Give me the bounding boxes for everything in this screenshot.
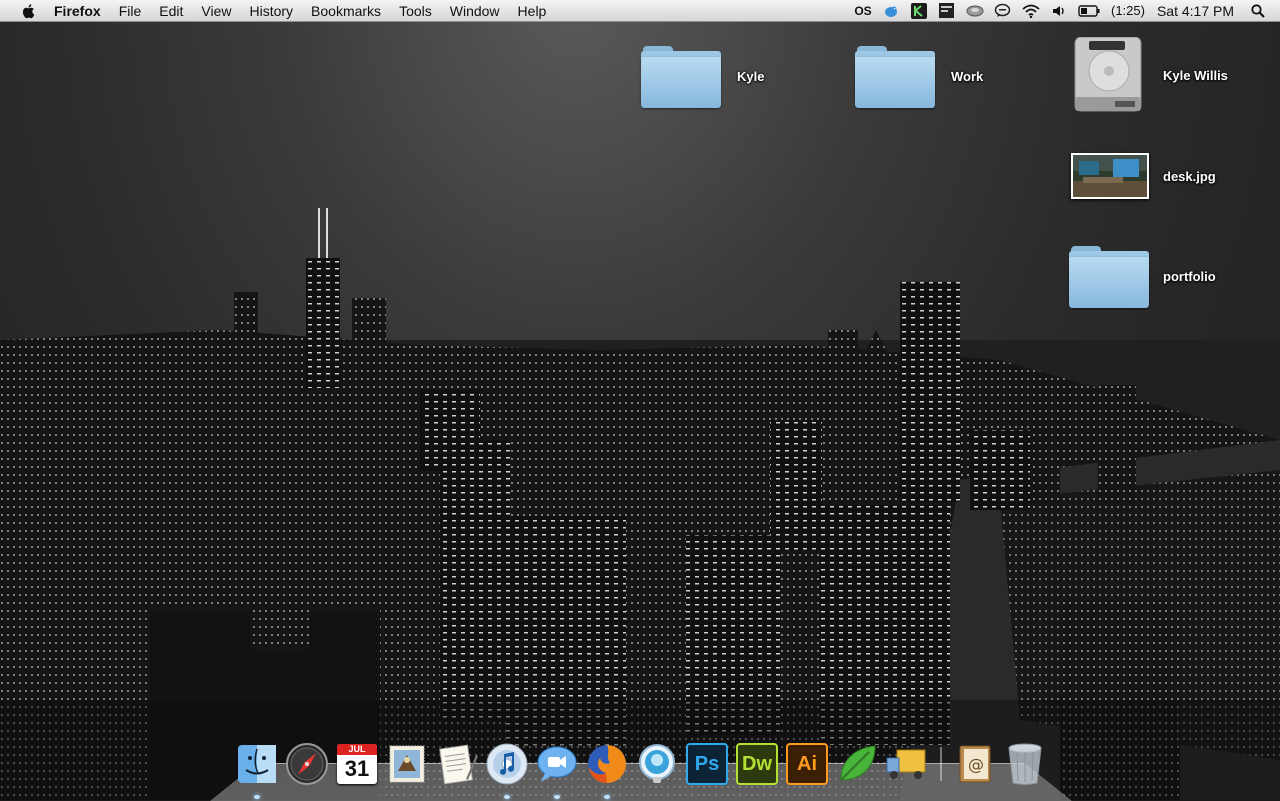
dock-dreamweaver[interactable]: Dw — [734, 741, 780, 787]
menu-file[interactable]: File — [110, 0, 151, 22]
dock-safari[interactable] — [284, 741, 330, 787]
photoshop-label: Ps — [694, 752, 720, 775]
illustrator-label: Ai — [797, 752, 817, 775]
menu-bookmarks[interactable]: Bookmarks — [302, 0, 390, 22]
desktop-icon-label: Kyle — [737, 68, 765, 84]
desktop-icon-desk-jpg[interactable]: desk.jpg — [1071, 153, 1216, 199]
textedit-icon — [439, 744, 478, 785]
time-machine-icon[interactable] — [966, 3, 984, 19]
image-thumbnail-icon — [1071, 153, 1149, 199]
dock-itunes[interactable] — [484, 741, 530, 799]
menu-window[interactable]: Window — [441, 0, 509, 22]
volume-icon[interactable] — [1050, 3, 1068, 19]
running-indicator — [554, 795, 560, 799]
calendar-day: 31 — [344, 756, 370, 781]
dock-ichat[interactable] — [534, 741, 580, 799]
status-menus: OS (1:25) Sat 4:17 PM — [849, 0, 1280, 22]
dreamweaver-label: Dw — [742, 752, 772, 775]
dock: JUL 31 Ps Dw Ai @ — [232, 737, 1050, 799]
wifi-icon[interactable] — [1022, 3, 1040, 19]
battery-icon[interactable] — [1078, 3, 1100, 19]
menu-help[interactable]: Help — [509, 0, 556, 22]
menu-view[interactable]: View — [192, 0, 240, 22]
desktop-icon-label: Work — [951, 68, 984, 84]
desktop-icon-label: portfolio — [1163, 268, 1216, 284]
trash-icon — [1008, 743, 1042, 785]
compass-icon — [286, 743, 328, 785]
calendar-month: JUL — [337, 744, 377, 755]
truck-icon — [886, 749, 926, 779]
dock-trash[interactable] — [1002, 741, 1048, 787]
mail-stamp-icon — [389, 745, 425, 783]
running-indicator — [254, 795, 260, 799]
dock-separator — [934, 741, 948, 787]
apple-menu-icon[interactable] — [20, 2, 38, 20]
folder-icon — [639, 42, 723, 110]
dock-ical[interactable]: JUL 31 — [334, 741, 380, 787]
menu-history[interactable]: History — [240, 0, 302, 22]
spotlight-search-icon[interactable] — [1249, 3, 1267, 19]
desktop-icon-label: Kyle Willis — [1163, 67, 1228, 83]
dock-address-book-stack[interactable]: @ — [952, 741, 998, 787]
leaf-icon — [840, 745, 876, 781]
desktop-icon-hard-drive[interactable]: Kyle Willis — [1071, 37, 1228, 113]
running-indicator — [504, 795, 510, 799]
dock-finder[interactable] — [234, 741, 280, 799]
photoshop-icon: Ps — [686, 743, 728, 785]
menu-app-firefox[interactable]: Firefox — [52, 0, 110, 22]
city-skyline-wallpaper — [0, 208, 1280, 800]
svg-text:@: @ — [968, 755, 984, 774]
calendar-icon: JUL 31 — [337, 744, 377, 784]
lastfm-icon[interactable]: OS — [854, 3, 872, 19]
battery-time-text: (1:25) — [1110, 3, 1145, 18]
dock-textedit[interactable] — [434, 741, 480, 787]
dock-firefox[interactable] — [584, 741, 630, 799]
menu-bar: Firefox File Edit View History Bookmarks… — [0, 0, 1280, 22]
hard-drive-icon — [1074, 37, 1142, 112]
dock-coda-leaf[interactable] — [834, 741, 880, 787]
twitter-bird-icon[interactable] — [882, 3, 900, 19]
dreamweaver-icon: Dw — [736, 743, 778, 785]
address-book-icon: @ — [959, 745, 991, 783]
desktop-icon-work[interactable]: Work — [853, 42, 983, 110]
menu-edit[interactable]: Edit — [150, 0, 192, 22]
running-indicator — [604, 795, 610, 799]
ichat-status-icon[interactable] — [994, 3, 1012, 19]
folder-icon — [853, 42, 937, 110]
activity-monitor-icon[interactable] — [938, 3, 956, 19]
firefox-icon — [588, 745, 626, 783]
itunes-cd-icon — [486, 743, 528, 785]
dock-adium[interactable] — [634, 741, 680, 787]
menu-clock[interactable]: Sat 4:17 PM — [1151, 3, 1244, 19]
growl-k-icon[interactable] — [910, 2, 928, 19]
adium-duck-icon — [639, 744, 675, 783]
menu-tools[interactable]: Tools — [390, 0, 441, 22]
ichat-bubble-icon — [537, 746, 577, 782]
dock-transmit[interactable] — [884, 741, 930, 787]
lastfm-label: OS — [854, 3, 872, 18]
dock-mail[interactable] — [384, 741, 430, 787]
folder-icon — [1067, 242, 1151, 310]
finder-icon — [238, 745, 276, 783]
desktop-icon-kyle[interactable]: Kyle — [639, 42, 764, 110]
illustrator-icon: Ai — [786, 743, 828, 785]
dock-illustrator[interactable]: Ai — [784, 741, 830, 787]
desktop-icon-portfolio[interactable]: portfolio — [1067, 242, 1216, 310]
desktop-icon-label: desk.jpg — [1163, 168, 1216, 184]
dock-photoshop[interactable]: Ps — [684, 741, 730, 787]
